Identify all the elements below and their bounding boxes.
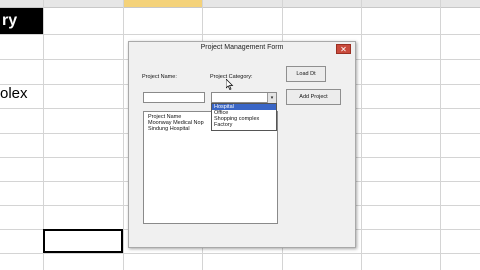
project-name-label: Project Name:: [142, 74, 177, 80]
add-project-button[interactable]: Add Project: [286, 89, 341, 105]
column-header-bar[interactable]: [0, 0, 480, 8]
project-management-dialog: Project Management Form ✕ Project Name: …: [128, 41, 356, 248]
category-dropdown-list[interactable]: Hospital Office Shopping complex Factory: [211, 103, 277, 131]
close-button[interactable]: ✕: [336, 44, 351, 54]
mouse-cursor-icon: [226, 79, 234, 90]
selected-column-header[interactable]: [124, 0, 202, 7]
grid-line: [0, 253, 480, 254]
dialog-title: Project Management Form: [200, 44, 284, 51]
load-data-button[interactable]: Load Dt: [286, 66, 326, 82]
active-cell[interactable]: [43, 229, 123, 253]
project-category-combobox[interactable]: ▾: [211, 92, 277, 104]
header-cell[interactable]: ry: [0, 8, 43, 34]
cell-text[interactable]: olex: [0, 85, 28, 102]
close-icon: ✕: [340, 45, 347, 54]
dialog-titlebar[interactable]: Project Management Form ✕: [129, 42, 355, 57]
dropdown-option[interactable]: Factory: [212, 122, 276, 128]
grid-line: [0, 34, 480, 35]
project-name-input[interactable]: [143, 92, 205, 103]
